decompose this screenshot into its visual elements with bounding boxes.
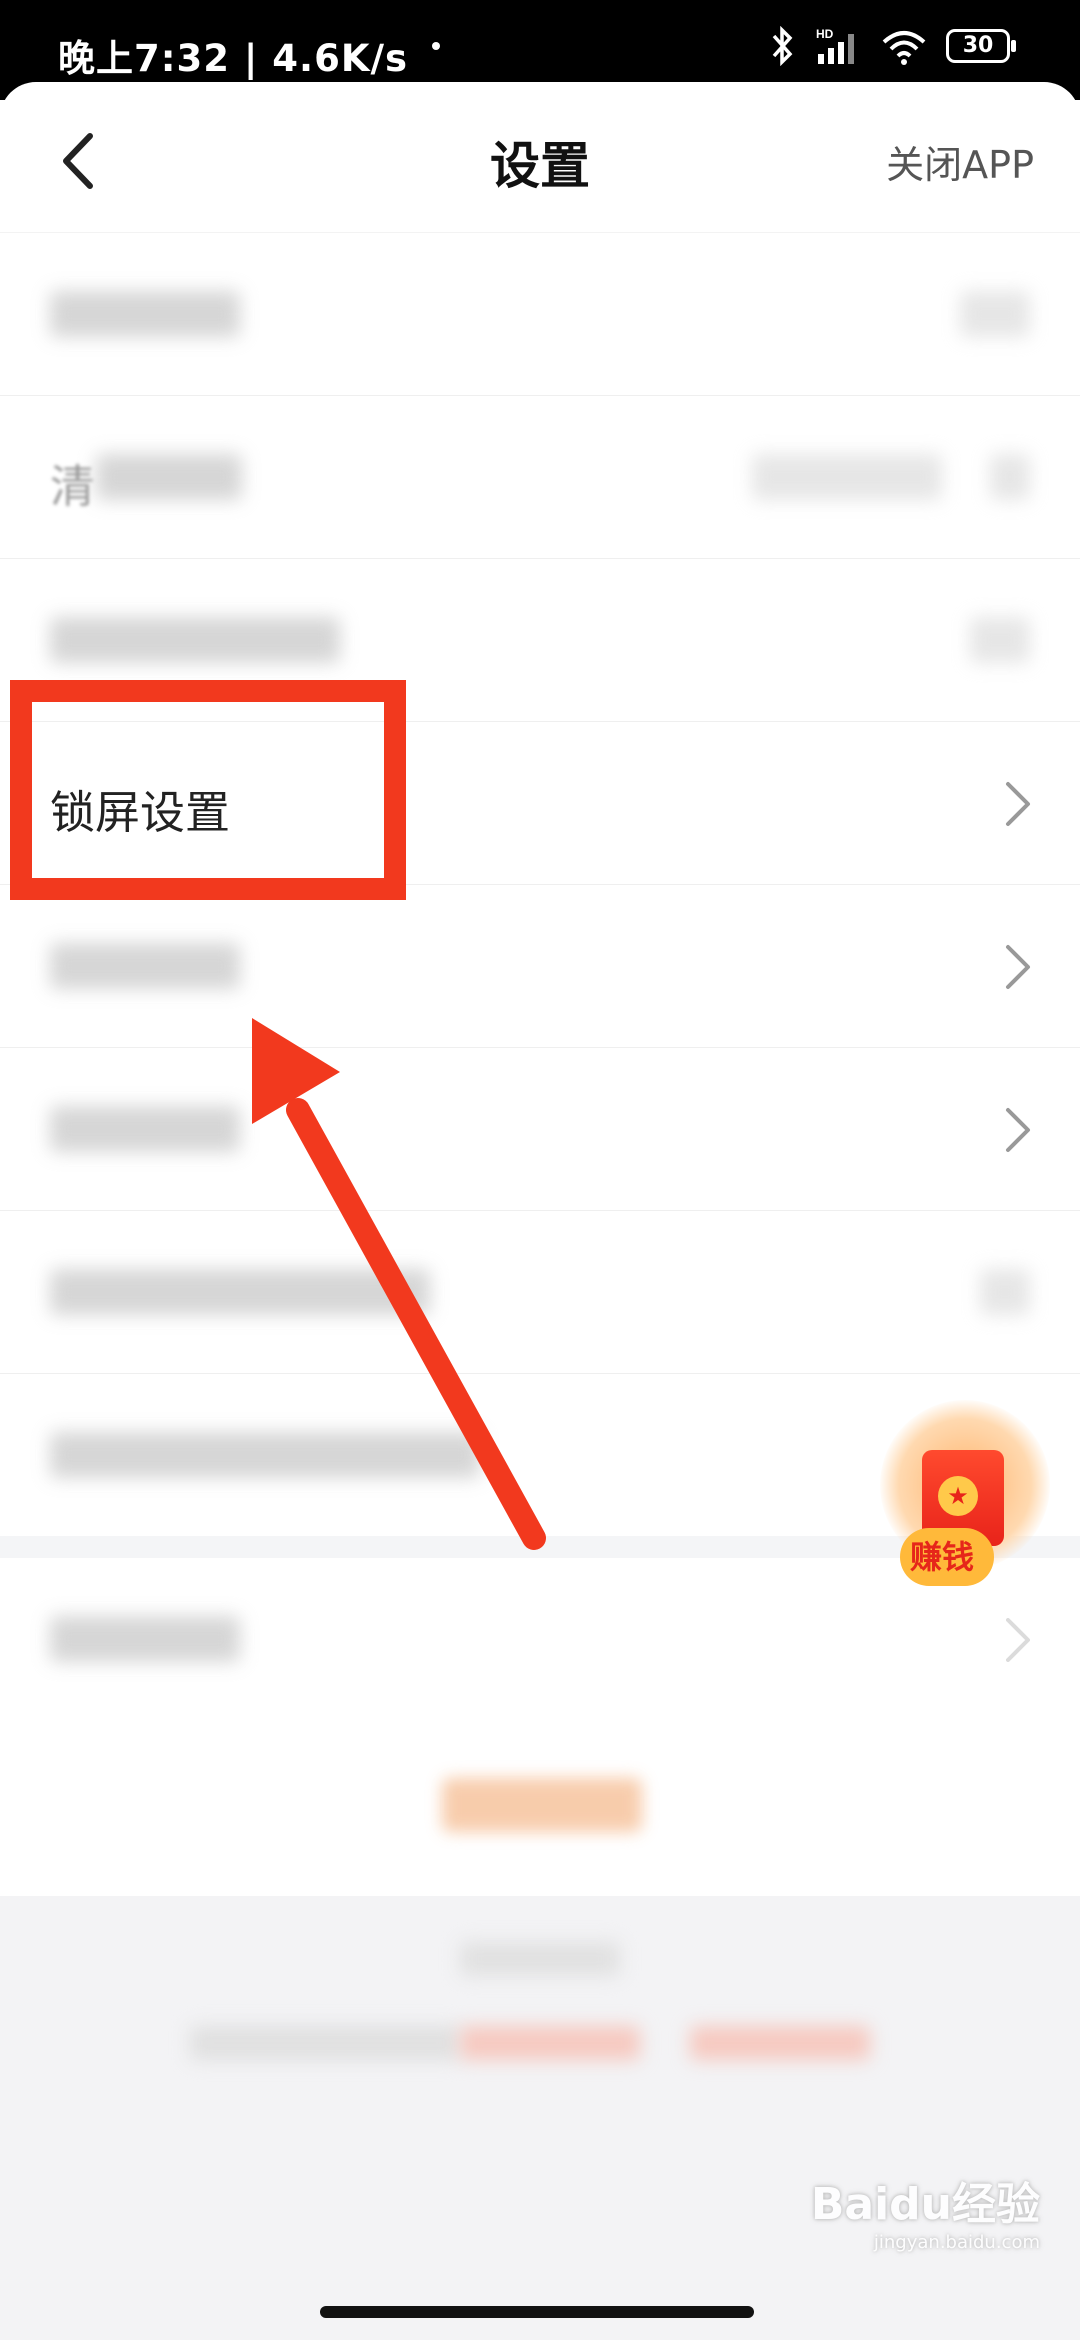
watermark-url: jingyan.baidu.com — [873, 2232, 1040, 2253]
home-indicator[interactable] — [320, 2306, 754, 2318]
baidu-watermark: Baidu经验 jingyan.baidu.com — [811, 2168, 1040, 2253]
annotation-arrow-icon — [252, 1018, 546, 1550]
watermark-brand: Baidu经验 — [810, 2179, 1040, 2230]
